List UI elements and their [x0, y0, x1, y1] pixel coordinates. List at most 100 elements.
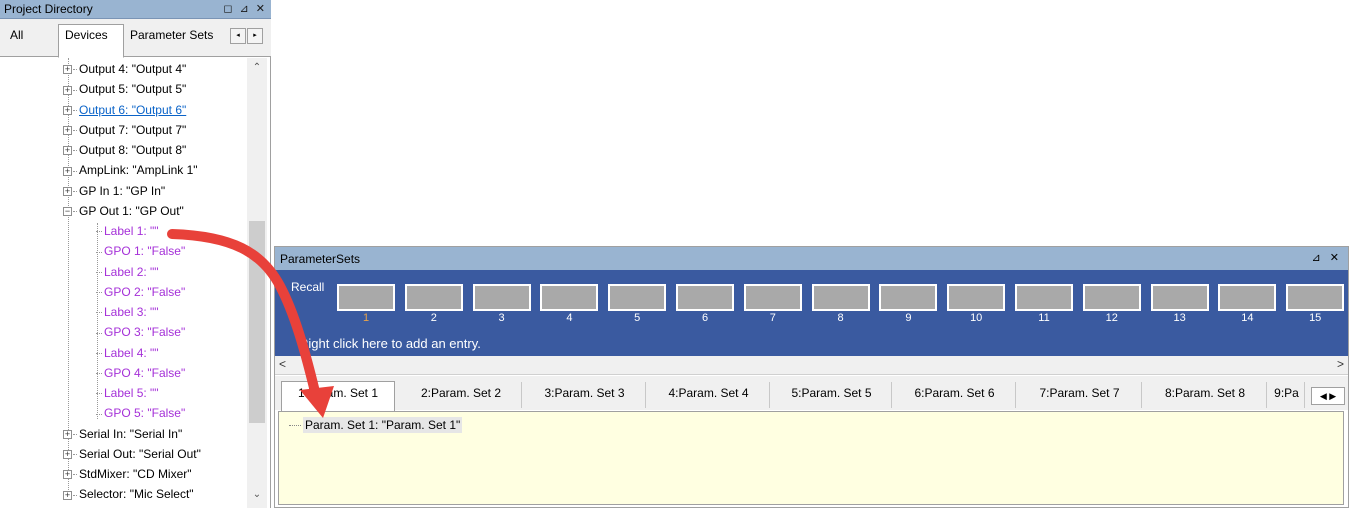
tab-scroll-left-button[interactable]: ◂: [230, 28, 246, 44]
recall-slot-number: 1: [362, 312, 370, 324]
recall-slot-button[interactable]: [404, 284, 463, 311]
expand-icon[interactable]: +: [63, 146, 72, 156]
expand-icon[interactable]: +: [63, 429, 72, 439]
scroll-right-icon[interactable]: >: [1337, 357, 1344, 371]
scroll-thumb[interactable]: [249, 221, 265, 423]
recall-slot-number: 8: [837, 312, 844, 324]
tab-param-set[interactable]: 3:Param. Set 3: [524, 382, 646, 408]
parameter-set-entry[interactable]: Param. Set 1: "Param. Set 1": [289, 417, 463, 433]
recall-slot-button[interactable]: [947, 284, 1006, 311]
tree-item[interactable]: GPO 1: "False": [96, 241, 185, 261]
tab-param-set[interactable]: 6:Param. Set 6: [894, 382, 1016, 408]
tree-item-label: Output 6: "Output 6": [79, 102, 187, 117]
panel-window-buttons[interactable]: ◻ ⊿ ✕: [223, 2, 267, 15]
tree-item-label: Selector: "Mic Select": [79, 487, 194, 502]
tree-item[interactable]: + Selector: "Mic Select": [63, 484, 194, 504]
tree-item[interactable]: + Serial Out: "Serial Out": [63, 444, 201, 464]
tree-item-label: Output 5: "Output 5": [79, 82, 187, 97]
project-directory-panel: Project Directory ◻ ⊿ ✕ All Devices Para…: [0, 0, 271, 508]
expand-icon[interactable]: +: [63, 126, 72, 136]
tree-item[interactable]: + Output 5: "Output 5": [63, 79, 186, 99]
tree-item[interactable]: Label 3: "": [96, 302, 159, 322]
tree-item-label: Label 2: "": [104, 264, 159, 279]
recall-slot-number: 6: [701, 312, 709, 324]
recall-slot-button[interactable]: [1150, 284, 1209, 311]
parameter-set-content[interactable]: Param. Set 1: "Param. Set 1": [278, 411, 1344, 505]
recall-slot-button[interactable]: [1286, 284, 1345, 311]
tab-all[interactable]: All: [4, 25, 29, 47]
tree-item[interactable]: GPO 3: "False": [96, 322, 185, 342]
tab-parameter-sets[interactable]: Parameter Sets: [124, 25, 230, 47]
tab-param-set[interactable]: 5:Param. Set 5: [772, 382, 892, 408]
tab-param-set[interactable]: 2:Param. Set 2: [401, 382, 522, 408]
tree-item[interactable]: + Output 7: "Output 7": [63, 120, 186, 140]
recall-slot-number: 11: [1038, 312, 1050, 324]
tab-param-set[interactable]: 9:Pa: [1269, 382, 1305, 408]
recall-slot-number: 15: [1309, 312, 1322, 324]
recall-slot-button[interactable]: [540, 284, 599, 311]
recall-slot-button[interactable]: [811, 284, 870, 311]
tree-item[interactable]: + Serial In: "Serial In": [63, 424, 182, 444]
scroll-up-icon[interactable]: ⌃: [247, 62, 267, 79]
tree-item[interactable]: + AmpLink: "AmpLink 1": [63, 160, 198, 180]
tree-item[interactable]: Label 5: "": [96, 383, 159, 403]
tree-item-label: Label 4: "": [104, 345, 159, 360]
recall-slot-button[interactable]: [1015, 284, 1073, 311]
expand-icon[interactable]: +: [63, 85, 72, 95]
expand-icon[interactable]: +: [63, 105, 72, 115]
recall-slot-number: 13: [1173, 312, 1186, 324]
panel-title: ParameterSets: [280, 252, 361, 266]
parameter-sets-panel: ParameterSets ⊿ ✕ Recall 1 2 3 4 5 6 7 8 9 10 11 12…: [274, 246, 1349, 508]
expand-icon[interactable]: +: [63, 490, 72, 500]
recall-slot-button[interactable]: [608, 284, 667, 311]
project-directory-tabs: All Devices Parameter Sets ◂ ▸: [0, 19, 271, 58]
parameter-sets-titlebar[interactable]: ParameterSets ⊿ ✕: [275, 247, 1348, 270]
recall-horizontal-scrollbar[interactable]: < >: [275, 356, 1348, 375]
tree-item-label: GP Out 1: "GP Out": [79, 203, 184, 218]
tree-item[interactable]: + Output 4: "Output 4": [63, 59, 186, 79]
project-directory-titlebar[interactable]: Project Directory ◻ ⊿ ✕: [0, 0, 271, 19]
recall-slot-button[interactable]: [1218, 284, 1277, 311]
tree-item[interactable]: GPO 4: "False": [96, 363, 185, 383]
recall-slot-number: 14: [1241, 312, 1254, 324]
tree-item[interactable]: + Output 6: "Output 6": [63, 100, 186, 120]
tree-item[interactable]: Label 2: "": [96, 262, 159, 282]
tab-param-set[interactable]: 7:Param. Set 7: [1018, 382, 1142, 408]
recall-bar[interactable]: Recall 1 2 3 4 5 6 7 8 9 10 11 12 13 14 15 Right click…: [275, 270, 1348, 356]
tab-scroll-arrows[interactable]: ◀ ▶: [1311, 387, 1345, 405]
recall-slot-button[interactable]: [1082, 284, 1141, 311]
tree-item[interactable]: + Output 8: "Output 8": [63, 140, 186, 160]
expand-icon[interactable]: +: [63, 186, 72, 196]
tab-param-set[interactable]: 8:Param. Set 8: [1144, 382, 1267, 408]
recall-slot-button[interactable]: [676, 284, 734, 311]
recall-slot-button[interactable]: [337, 284, 395, 311]
tab-param-set[interactable]: 1:Param. Set 1: [281, 381, 395, 411]
panel-window-buttons[interactable]: ⊿ ✕: [1312, 251, 1343, 264]
add-entry-hint[interactable]: Right click here to add an entry.: [299, 336, 481, 351]
tree-item[interactable]: Label 1: "": [96, 221, 159, 241]
tree-item[interactable]: + StdMixer: "CD Mixer": [63, 464, 192, 484]
expand-icon[interactable]: +: [63, 65, 72, 75]
expand-icon[interactable]: +: [63, 166, 72, 176]
scroll-down-icon[interactable]: ⌄: [247, 489, 267, 506]
tree-item[interactable]: Label 4: "": [96, 343, 159, 363]
tree-item-label: GP In 1: "GP In": [79, 183, 166, 198]
collapse-icon[interactable]: −: [63, 207, 72, 217]
tab-param-set[interactable]: 4:Param. Set 4: [648, 382, 770, 408]
scroll-left-icon[interactable]: <: [279, 357, 286, 371]
recall-slot-button[interactable]: [879, 284, 938, 311]
tree-item[interactable]: + GP In 1: "GP In": [63, 181, 165, 201]
expand-icon[interactable]: +: [63, 450, 72, 460]
recall-slot-button[interactable]: [743, 284, 802, 311]
expand-icon[interactable]: +: [63, 470, 72, 480]
recall-slot-number: 9: [905, 312, 912, 324]
tree-item[interactable]: GPO 5: "False": [96, 403, 185, 423]
tab-devices[interactable]: Devices: [58, 24, 124, 58]
tree-item-label: Output 7: "Output 7": [79, 122, 187, 137]
tree-item[interactable]: GPO 2: "False": [96, 282, 185, 302]
panel-title: Project Directory: [4, 2, 93, 16]
tree-item[interactable]: − GP Out 1: "GP Out": [63, 201, 184, 221]
tab-scroll-right-button[interactable]: ▸: [247, 28, 263, 44]
tree-vertical-scrollbar[interactable]: ⌃ ⌄: [247, 58, 267, 508]
recall-slot-button[interactable]: [472, 284, 531, 311]
